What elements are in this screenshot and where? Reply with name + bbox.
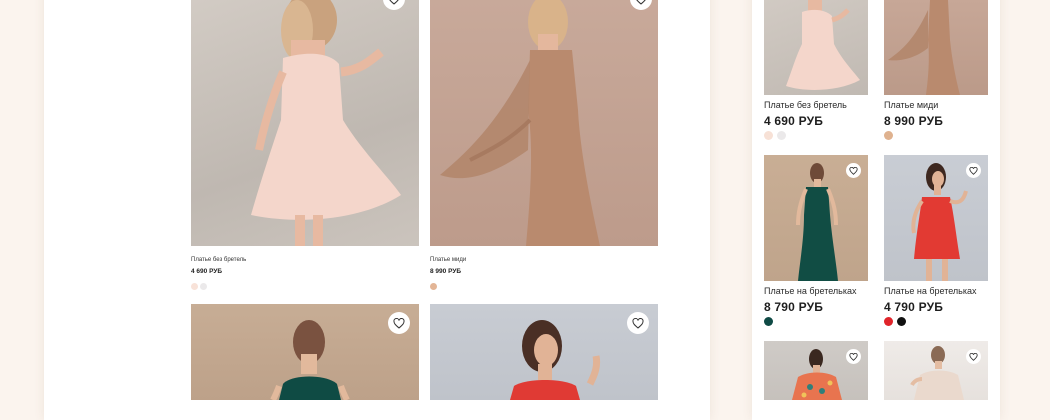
heart-icon	[388, 0, 400, 5]
product-price: 8 990 РУБ	[884, 114, 944, 128]
product-price: 4 690 РУБ	[191, 268, 223, 275]
product-image-red-dress[interactable]	[884, 155, 988, 281]
heart-icon	[849, 352, 858, 361]
product-image-light-dress[interactable]	[884, 341, 988, 400]
product-name[interactable]: Платье миди	[884, 100, 938, 110]
color-swatch[interactable]	[764, 131, 773, 140]
color-swatch[interactable]	[884, 131, 893, 140]
favorite-button[interactable]	[966, 349, 981, 364]
product-image-green-dress[interactable]	[764, 155, 868, 281]
product-name[interactable]: Платье без бретель	[764, 100, 847, 110]
heart-icon	[969, 166, 978, 175]
product-name[interactable]: Платье миди	[430, 257, 466, 263]
color-swatch[interactable]	[777, 131, 786, 140]
color-swatch[interactable]	[430, 283, 437, 290]
heart-icon	[632, 317, 644, 329]
product-name[interactable]: Платье без бретель	[191, 257, 246, 263]
favorite-button[interactable]	[388, 312, 410, 334]
favorite-button[interactable]	[966, 163, 981, 178]
product-price: 4 790 РУБ	[884, 300, 944, 314]
product-image-strapless-dress[interactable]	[764, 0, 868, 95]
product-price: 8 790 РУБ	[764, 300, 824, 314]
product-price: 4 690 РУБ	[764, 114, 824, 128]
product-image-midi-dress[interactable]	[430, 0, 658, 246]
favorite-button[interactable]	[846, 349, 861, 364]
product-image-green-dress[interactable]	[191, 304, 419, 400]
heart-icon	[849, 166, 858, 175]
heart-icon	[635, 0, 647, 5]
product-name[interactable]: Платье на бретельках	[764, 286, 857, 296]
product-image-strapless-dress[interactable]	[191, 0, 419, 246]
product-image-midi-dress[interactable]	[884, 0, 988, 95]
color-swatch[interactable]	[764, 317, 773, 326]
product-image-red-dress[interactable]	[430, 304, 658, 400]
heart-icon	[969, 352, 978, 361]
favorite-button[interactable]	[627, 312, 649, 334]
color-swatch[interactable]	[200, 283, 207, 290]
color-swatch[interactable]	[897, 317, 906, 326]
color-swatch[interactable]	[191, 283, 198, 290]
product-image-patterned-dress[interactable]	[764, 341, 868, 400]
favorite-button[interactable]	[846, 163, 861, 178]
heart-icon	[393, 317, 405, 329]
color-swatch[interactable]	[884, 317, 893, 326]
product-price: 8 990 РУБ	[430, 268, 462, 275]
product-name[interactable]: Платье на бретельках	[884, 286, 977, 296]
